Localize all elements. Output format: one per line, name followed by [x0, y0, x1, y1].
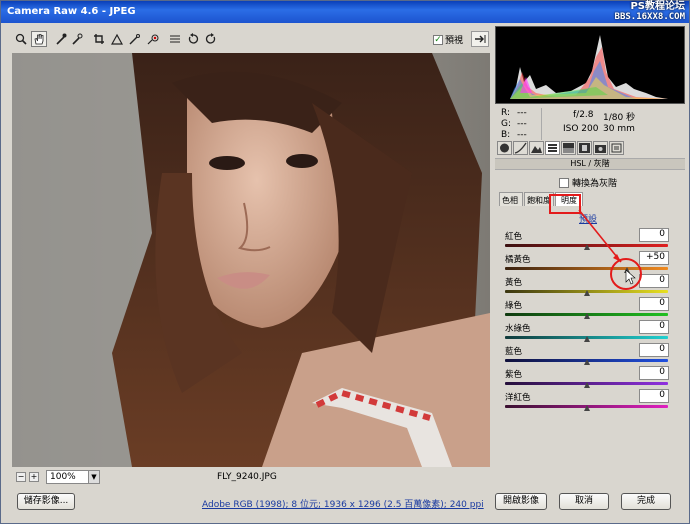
chevron-down-icon: ▼	[88, 471, 99, 483]
save-image-button[interactable]: 儲存影像...	[17, 493, 75, 510]
slider-row: 藍色 0	[505, 343, 671, 367]
slider-thumb-icon[interactable]	[583, 359, 590, 365]
done-button[interactable]: 完成	[621, 493, 671, 510]
zoom-select[interactable]: 100% ▼	[46, 470, 100, 484]
watermark-bottom: BBS.16XX8.COM	[614, 12, 685, 22]
white-balance-icon[interactable]	[53, 31, 69, 47]
slider-value-input[interactable]: 0	[639, 343, 669, 357]
slider-value-input[interactable]: 0	[639, 366, 669, 380]
window-title: Camera Raw 4.6 - JPEG	[7, 6, 136, 17]
slider-row: 洋紅色 0	[505, 389, 671, 413]
zoom-out-button[interactable]: −	[16, 472, 26, 482]
fullscreen-icon	[475, 35, 486, 43]
checkmark-icon: ✓	[433, 34, 443, 45]
cancel-button[interactable]: 取消	[559, 493, 609, 510]
toolbar: ✓ 預視	[9, 31, 489, 51]
slider-thumb-icon[interactable]	[583, 405, 590, 411]
preview-label: 預視	[445, 36, 464, 46]
slider-value-input[interactable]: 0	[639, 389, 669, 403]
slider-label: 紫色	[505, 370, 523, 380]
rotate-right-icon[interactable]	[203, 31, 219, 47]
slider-thumb-icon[interactable]	[583, 382, 590, 388]
image-filename: FLY_9240.JPG	[217, 472, 277, 482]
open-image-button[interactable]: 開啟影像	[495, 493, 547, 510]
title-bar: Camera Raw 4.6 - JPEG PS教程论坛 BBS.16XX8.C…	[1, 1, 689, 23]
slider-row: 紫色 0	[505, 366, 671, 390]
camera-raw-window: Camera Raw 4.6 - JPEG PS教程论坛 BBS.16XX8.C…	[0, 0, 690, 524]
slider-label: 藍色	[505, 347, 523, 357]
watermark-top: PS教程论坛	[630, 1, 685, 12]
adjustments-panel: R: --- G: --- B: --- f/2.8 1/80 秒 ISO 20…	[495, 26, 685, 467]
mouse-cursor-icon	[625, 269, 636, 285]
annotation-overlay	[578, 209, 642, 290]
slider-label: 洋紅色	[505, 393, 531, 403]
red-eye-icon[interactable]	[145, 31, 161, 47]
rotate-left-icon[interactable]	[185, 31, 201, 47]
zoom-value: 100%	[50, 472, 76, 482]
workflow-options-link[interactable]: Adobe RGB (1998); 8 位元; 1936 x 1296 (2.5…	[202, 497, 484, 510]
image-preview[interactable]	[12, 53, 490, 467]
preferences-icon[interactable]	[167, 31, 183, 47]
zoom-icon[interactable]	[13, 31, 29, 47]
watermark: PS教程论坛 BBS.16XX8.COM	[614, 1, 685, 23]
crop-icon[interactable]	[91, 31, 107, 47]
fullscreen-button[interactable]	[471, 31, 489, 47]
slider-thumb-icon[interactable]	[583, 336, 590, 342]
annotation-arrow	[578, 209, 622, 263]
color-sampler-icon[interactable]	[69, 31, 85, 47]
straighten-icon[interactable]	[109, 31, 125, 47]
bottom-bar: 儲存影像... Adobe RGB (1998); 8 位元; 1936 x 1…	[1, 493, 689, 523]
hand-icon[interactable]	[31, 31, 47, 47]
retouch-icon[interactable]	[127, 31, 143, 47]
portrait-photo	[12, 53, 490, 467]
preview-checkbox[interactable]: ✓ 預視	[433, 33, 463, 46]
zoom-in-button[interactable]: +	[29, 472, 39, 482]
status-row: − + 100% ▼ FLY_9240.JPG	[12, 470, 490, 486]
